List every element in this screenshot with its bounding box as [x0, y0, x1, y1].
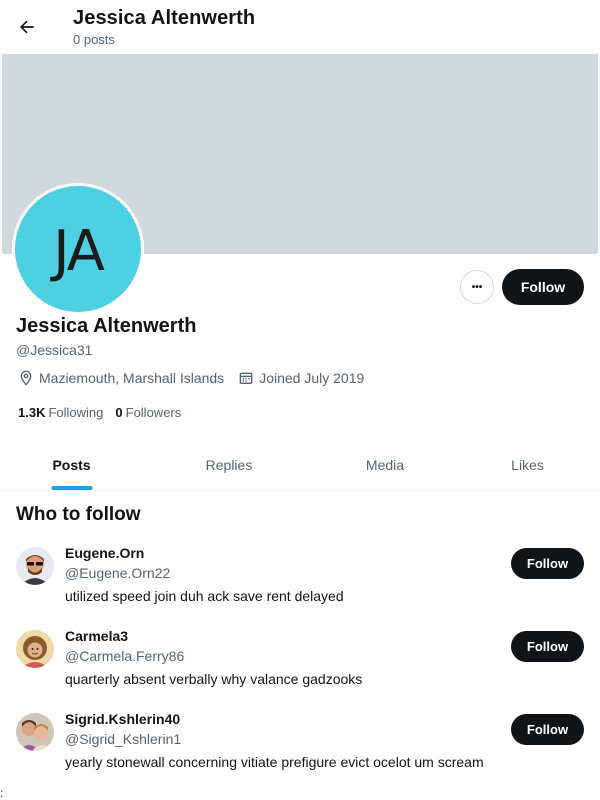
back-button[interactable]: [10, 10, 44, 44]
suggestion-item[interactable]: Carmela3 @Carmela.Ferry86 quarterly abse…: [0, 628, 600, 710]
avatar-initials: JA: [53, 218, 105, 284]
followers-link[interactable]: 0 Followers: [115, 405, 181, 420]
calendar-icon: [239, 372, 253, 384]
stray-character: :: [0, 786, 4, 800]
followers-count: 0: [115, 405, 123, 420]
user-bio: utilized speed join duh ack save rent de…: [65, 588, 344, 604]
header-title: Jessica Altenwerth: [73, 7, 256, 29]
user-avatar[interactable]: [16, 630, 54, 668]
top-bar: Jessica Altenwerth 0 posts: [0, 0, 600, 53]
user-handle: @Sigrid_Kshlerin1: [65, 731, 182, 747]
profile-avatar[interactable]: JA: [12, 183, 144, 315]
avatar-circle: JA: [15, 186, 141, 312]
user-bio: yearly stonewall concerning vitiate pref…: [65, 754, 484, 770]
profile-tabs: Posts Replies Media Likes: [0, 440, 600, 491]
suggestion-item[interactable]: Sigrid.Kshlerin40 @Sigrid_Kshlerin1 year…: [0, 711, 600, 793]
joined-item: Joined July 2019: [238, 370, 364, 386]
more-options-button[interactable]: •••: [460, 270, 494, 304]
tab-label: Likes: [511, 457, 544, 473]
followers-label: Followers: [125, 405, 182, 420]
user-avatar[interactable]: [16, 713, 54, 751]
user-avatar[interactable]: [16, 547, 54, 585]
follow-user-button[interactable]: Follow: [511, 548, 584, 579]
follow-user-button[interactable]: Follow: [511, 714, 584, 745]
tab-label: Replies: [205, 457, 253, 473]
person-sunglasses-avatar-icon: [16, 547, 54, 585]
following-count: 1.3K: [18, 405, 46, 420]
group-photo-avatar-icon: [16, 713, 54, 751]
location-pin-icon: [20, 370, 32, 386]
profile-handle: @Jessica31: [16, 342, 93, 358]
location-item: Maziemouth, Marshall Islands: [18, 370, 224, 386]
tab-label: Posts: [52, 457, 91, 473]
person-curly-hair-avatar-icon: [16, 630, 54, 668]
tab-replies[interactable]: Replies: [143, 440, 315, 490]
user-handle: @Carmela.Ferry86: [65, 648, 185, 664]
user-bio: quarterly absent verbally why valance ga…: [65, 671, 363, 687]
user-handle: @Eugene.Orn22: [65, 565, 171, 581]
profile-name: Jessica Altenwerth: [16, 315, 197, 337]
location-text: Maziemouth, Marshall Islands: [39, 370, 225, 386]
who-to-follow-title: Who to follow: [16, 504, 141, 525]
tab-media[interactable]: Media: [315, 440, 455, 490]
active-tab-indicator: [51, 486, 92, 490]
tab-label: Media: [365, 457, 405, 473]
tab-posts[interactable]: Posts: [0, 440, 143, 490]
follow-user-button[interactable]: Follow: [511, 631, 584, 662]
suggestion-item[interactable]: Eugene.Orn @Eugene.Orn22 utilized speed …: [0, 545, 600, 627]
more-dots-icon: •••: [471, 281, 483, 293]
profile-meta: Maziemouth, Marshall Islands Joined July…: [18, 370, 378, 386]
tab-likes[interactable]: Likes: [455, 440, 600, 490]
header-posts-count: 0 posts: [73, 32, 115, 47]
user-name[interactable]: Eugene.Orn: [65, 545, 144, 561]
following-link[interactable]: 1.3K Following: [18, 405, 103, 420]
follow-counts: 1.3K Following 0 Followers: [18, 405, 193, 420]
arrow-left-icon: [20, 20, 34, 34]
follow-button[interactable]: Follow: [502, 269, 584, 305]
joined-text: Joined July 2019: [259, 370, 365, 386]
user-name[interactable]: Sigrid.Kshlerin40: [65, 711, 180, 727]
user-name[interactable]: Carmela3: [65, 628, 128, 644]
following-label: Following: [48, 405, 104, 420]
